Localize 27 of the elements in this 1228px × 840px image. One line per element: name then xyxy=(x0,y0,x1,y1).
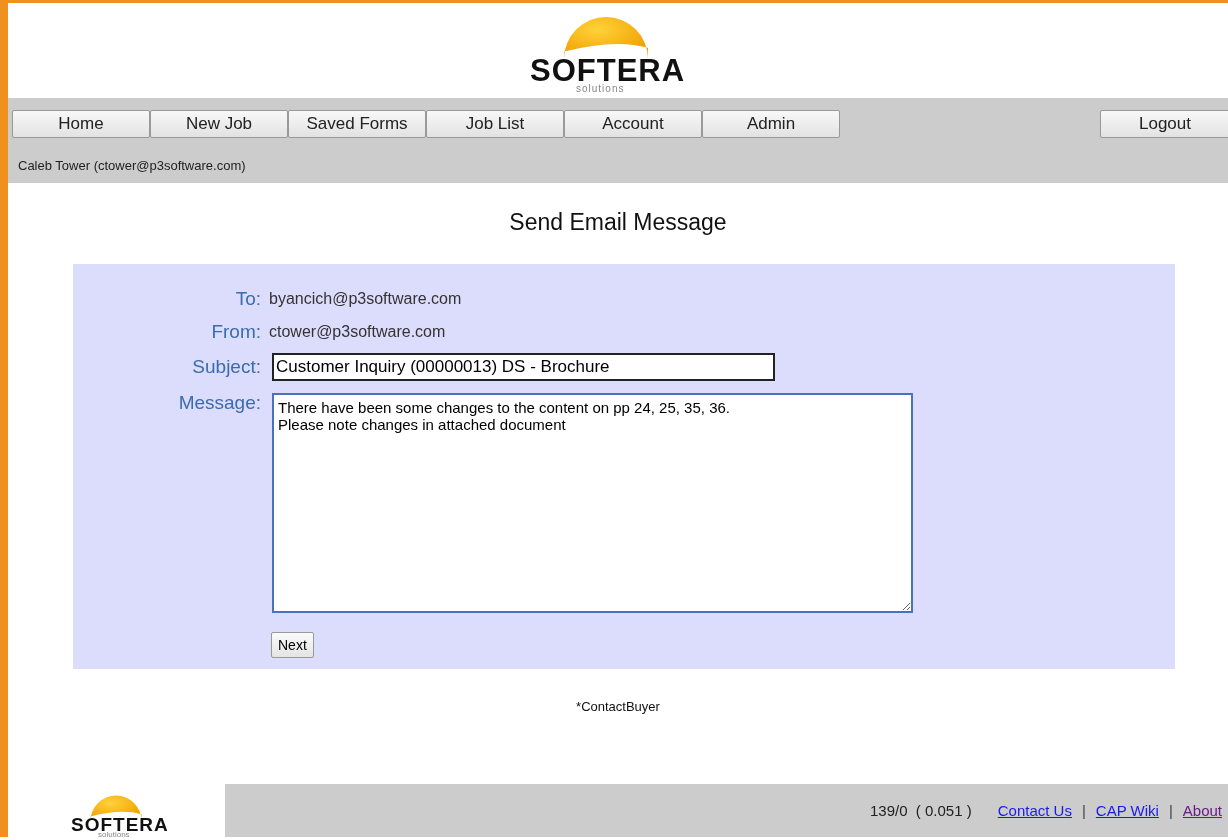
nav-button[interactable]: Job List xyxy=(426,110,564,138)
from-address: ctower@p3software.com xyxy=(269,322,446,341)
subject-label: Subject: xyxy=(191,355,261,378)
stats-text: 139/0 ( 0.051 ) xyxy=(870,802,972,819)
page-title: Send Email Message xyxy=(508,209,728,236)
logout-button[interactable]: Logout xyxy=(1100,110,1228,138)
subject-field[interactable]: Customer Inquiry (00000013) DS - Brochure xyxy=(272,352,775,381)
footer-link[interactable]: About xyxy=(1182,802,1222,819)
user-info: Caleb Tower (ctower@p3software.com) xyxy=(17,157,247,173)
to-label: To: xyxy=(234,287,261,310)
logo-tagline: solutions xyxy=(576,84,625,94)
separator: | xyxy=(1168,802,1173,819)
to-address: byancich@p3software.com xyxy=(269,289,462,308)
nav-button[interactable]: New Job xyxy=(150,110,288,138)
nav-button[interactable]: Saved Forms xyxy=(288,110,426,138)
nav-button[interactable]: Home xyxy=(12,110,150,138)
separator: | xyxy=(1081,802,1086,819)
nav-button[interactable]: Admin xyxy=(702,110,840,138)
form-id: *ContactBuyer xyxy=(575,699,661,714)
from-label: From: xyxy=(210,320,261,343)
footer-link[interactable]: CAP Wiki xyxy=(1095,802,1159,819)
logo-tagline: solutions xyxy=(98,831,130,839)
message-field[interactable]: There have been some changes to the content on pp 24, 25, 35, 36. Please note changes in attached document xyxy=(272,393,913,613)
nav-button[interactable]: Account xyxy=(564,110,702,138)
footer-link[interactable]: Contact Us xyxy=(997,802,1072,819)
next-button[interactable]: Next xyxy=(271,632,314,658)
message-label: Message: xyxy=(177,392,261,414)
